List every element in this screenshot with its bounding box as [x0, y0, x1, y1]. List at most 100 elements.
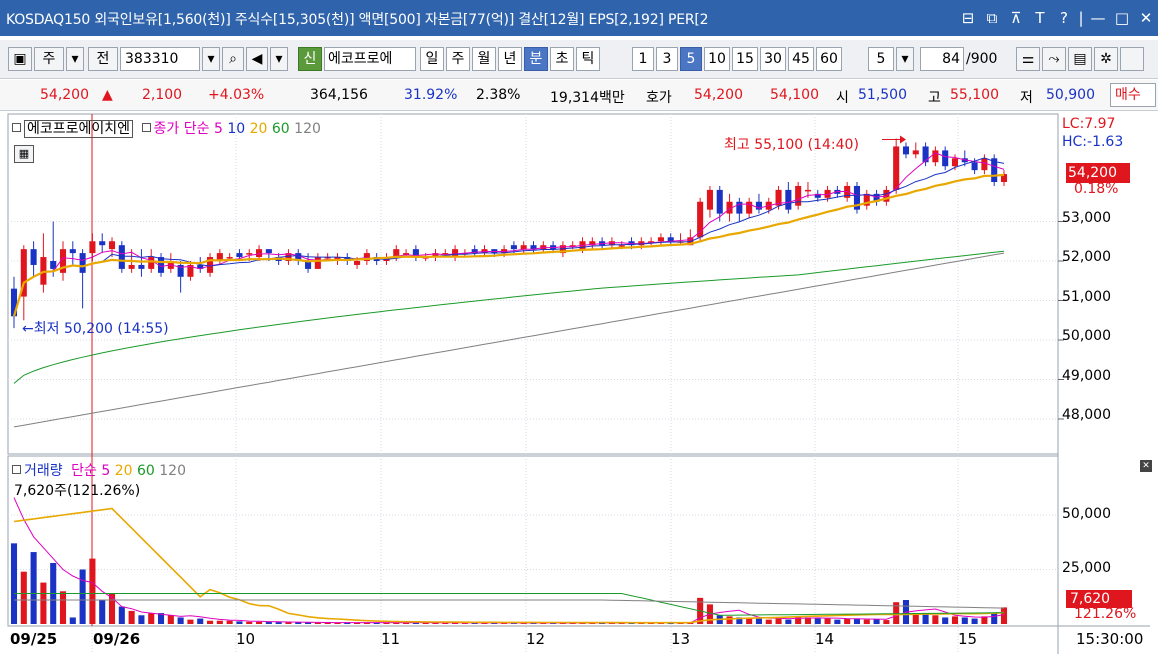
period-tab-6[interactable]: 틱: [576, 47, 600, 71]
grid-table-icon[interactable]: ▦: [14, 145, 34, 163]
chart-area[interactable]: 에코프로에이치엔 종가 단순 5 10 20 60 120 ▦ LC:7.97 …: [0, 112, 1158, 654]
legend-box-icon: [12, 123, 21, 132]
interval-value-field[interactable]: 5: [868, 47, 894, 71]
candle-body: [118, 245, 125, 269]
current-pct-tag: 0.18%: [1074, 181, 1119, 197]
candle-body: [226, 257, 233, 259]
market-select[interactable]: 주: [34, 47, 64, 71]
volume-bar: [69, 617, 76, 624]
candle-body: [951, 158, 959, 167]
candle-body: [354, 261, 361, 265]
volume-bar: [246, 621, 253, 624]
lc-label: LC:7.97: [1062, 116, 1116, 132]
interval-tab-1[interactable]: 3: [656, 47, 678, 71]
count-input[interactable]: 84: [920, 47, 964, 71]
count-max: /900: [966, 51, 998, 67]
volume-bar: [971, 618, 978, 624]
stock-code-input[interactable]: 383310: [120, 47, 200, 71]
chevron-down-icon[interactable]: ▾: [66, 47, 84, 71]
interval-tab-2[interactable]: 5: [680, 47, 702, 71]
interval-tab-4[interactable]: 15: [732, 47, 758, 71]
volume-pct-tag: 121.26%: [1074, 606, 1137, 622]
price-panel-frame: [7, 113, 1059, 455]
vol-ma-legend-label: 단순: [71, 463, 97, 479]
collapse-panel-icon[interactable]: ✕: [1140, 460, 1152, 472]
candle-body: [902, 146, 910, 155]
candle-body: [510, 245, 517, 250]
legend-box-icon: [141, 123, 151, 132]
ask-price: 54,200: [694, 87, 743, 103]
interval-tab-5[interactable]: 30: [760, 47, 786, 71]
period-tab-2[interactable]: 월: [472, 47, 496, 71]
period-tab-4[interactable]: 분: [524, 47, 548, 71]
period-tab-3[interactable]: 년: [498, 47, 522, 71]
stock-code-value: 383310: [125, 51, 179, 67]
x-label: 11: [381, 630, 401, 648]
period-tab-1[interactable]: 주: [446, 47, 470, 71]
vol-ma5-line: [13, 497, 1005, 624]
chart-svg[interactable]: [0, 112, 1158, 654]
high-price: 55,100: [950, 87, 999, 103]
checkbox[interactable]: [1120, 47, 1144, 71]
volume-bar: [59, 591, 67, 624]
open-price: 51,500: [858, 87, 907, 103]
low-annotation: ←최저 50,200 (14:55): [22, 321, 169, 337]
search-icon[interactable]: ⌕: [222, 47, 244, 71]
speaker-icon[interactable]: ◀: [246, 47, 268, 71]
candle-body: [785, 189, 792, 210]
volume-bar: [177, 617, 184, 624]
code-dropdown-icon[interactable]: ▾: [202, 47, 220, 71]
buy-button-label: 매수: [1115, 87, 1141, 103]
save-icon[interactable]: ▤: [1068, 47, 1092, 71]
candle-type-icon[interactable]: ⚌: [1016, 47, 1040, 71]
help-icon[interactable]: ?: [1052, 9, 1076, 27]
volume-bar: [148, 613, 155, 624]
exchange-select-label: 전: [96, 51, 110, 67]
minimize-icon[interactable]: —: [1086, 9, 1110, 27]
ma10-legend: 10: [227, 121, 246, 137]
interval-tab-6[interactable]: 45: [788, 47, 814, 71]
layout-icon[interactable]: ⊟: [956, 9, 980, 27]
quote-bar: 54,200 ▲ 2,100 +4.03% 364,156 31.92% 2.3…: [0, 80, 1158, 111]
volume-bar: [216, 620, 223, 624]
price-change: 2,100: [142, 87, 183, 103]
exchange-select[interactable]: 전: [88, 47, 118, 71]
stock-name-value: 에코프로에: [328, 51, 393, 67]
volume-bar: [873, 619, 880, 624]
chevron-down-icon[interactable]: ▾: [896, 47, 914, 71]
gear-icon[interactable]: ✲: [1094, 47, 1118, 71]
volume-bar: [197, 618, 204, 624]
candle-body: [256, 249, 263, 258]
market-select-label: 주: [42, 51, 56, 67]
period-tab-5[interactable]: 초: [550, 47, 574, 71]
period-tab-0[interactable]: 일: [420, 47, 444, 71]
interval-tab-7[interactable]: 60: [816, 47, 842, 71]
stock-name-field[interactable]: 에코프로에: [324, 47, 416, 71]
restore-window-icon[interactable]: ⧉: [980, 9, 1004, 27]
price-legend: 에코프로에이치엔 종가 단순 5 10 20 60 120: [12, 118, 321, 138]
chevron-down-icon[interactable]: ▾: [270, 47, 288, 71]
candle-body: [746, 201, 753, 214]
candle-body: [893, 146, 900, 190]
candle-body: [971, 162, 978, 171]
ma-legend-label: 종가 단순: [153, 121, 210, 137]
interval-tab-0[interactable]: 1: [632, 47, 654, 71]
volume-bar: [89, 558, 96, 624]
maximize-icon[interactable]: □: [1110, 9, 1134, 27]
interval-tab-3[interactable]: 10: [704, 47, 730, 71]
drawing-tool-icon[interactable]: ⤳: [1042, 47, 1066, 71]
volume-bar: [961, 617, 968, 624]
candle-body: [657, 237, 664, 242]
panel-toggle-icon[interactable]: ▣: [8, 47, 32, 71]
volume-bar: [814, 618, 821, 624]
candle-body: [804, 189, 811, 192]
candle-body: [912, 150, 919, 155]
buy-button[interactable]: 매수: [1110, 83, 1156, 107]
close-icon[interactable]: ✕: [1134, 9, 1158, 27]
high-annotation: 최고 55,100 (14:40): [724, 137, 859, 153]
bid-price: 54,100: [770, 87, 819, 103]
font-icon[interactable]: T: [1028, 9, 1052, 27]
pin-icon[interactable]: ⊼: [1004, 9, 1028, 27]
volume-bar: [755, 618, 762, 624]
volume-bar: [853, 618, 861, 624]
